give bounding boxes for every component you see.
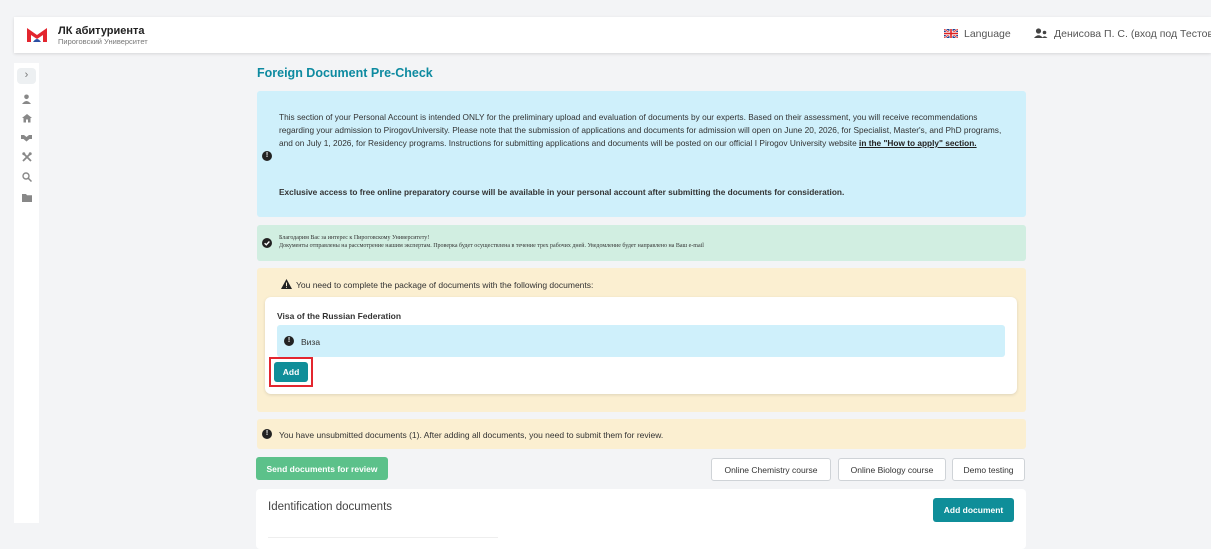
unsubmitted-alert: ! You have unsubmitted documents (1). Af…: [257, 419, 1026, 449]
info-icon: !: [262, 429, 272, 439]
required-document-title: Visa of the Russian Federation: [277, 311, 402, 321]
required-document-name: Виза: [301, 337, 321, 347]
success-text: Благодарим Вас за интерес к Пироговскому…: [279, 234, 704, 250]
logo-subtitle: Пироговский Университет: [58, 37, 148, 46]
check-circle-icon: [262, 238, 272, 248]
identification-documents-title: Identification documents: [268, 501, 393, 513]
user-name: Денисова П. С. (вход под Тестовый Т. Т.): [1054, 28, 1211, 40]
sidebar-item-handshake[interactable]: [14, 129, 39, 145]
success-line-1: Благодарим Вас за интерес к Пироговскому…: [279, 235, 430, 241]
warning-icon: [281, 279, 292, 289]
add-document-button[interactable]: Add document: [933, 498, 1014, 522]
add-button-highlight: Add: [269, 357, 313, 387]
unsubmitted-text: You have unsubmitted documents (1). Afte…: [279, 430, 664, 440]
info-alert: ! This section of your Personal Account …: [257, 91, 1026, 217]
sidebar-item-tools[interactable]: [14, 149, 39, 165]
page-title: Foreign Document Pre-Check: [257, 66, 433, 80]
sidebar-item-profile[interactable]: [14, 91, 39, 107]
info-icon: !: [262, 151, 272, 161]
users-icon: [1034, 28, 1048, 38]
missing-documents-message: You need to complete the package of docu…: [281, 279, 593, 290]
send-documents-button[interactable]: Send documents for review: [256, 457, 388, 480]
user-menu[interactable]: Денисова П. С. (вход под Тестовый Т. Т.): [1034, 28, 1211, 40]
success-alert: Благодарим Вас за интерес к Пироговскому…: [257, 225, 1026, 261]
info-course-note: Exclusive access to free online preparat…: [279, 187, 845, 197]
user-icon: [22, 94, 31, 104]
folder-icon: [21, 194, 32, 202]
tools-icon: [21, 152, 32, 162]
sidebar: ›: [14, 63, 39, 523]
demo-testing-button[interactable]: Demo testing: [952, 458, 1025, 481]
language-selector[interactable]: Language: [944, 28, 1011, 40]
identification-documents-card: Identification documents Add document: [256, 489, 1026, 549]
success-line-2: Документы отправлены на рассмотрение наш…: [279, 243, 704, 249]
chemistry-course-button[interactable]: Online Chemistry course: [711, 458, 831, 481]
divider: [268, 537, 498, 538]
required-document-card: Visa of the Russian Federation ! Виза Ad…: [265, 297, 1017, 394]
language-label: Language: [964, 28, 1011, 40]
biology-course-button[interactable]: Online Biology course: [838, 458, 946, 481]
sidebar-item-search[interactable]: [14, 169, 39, 185]
missing-documents-text: You need to complete the package of docu…: [296, 280, 594, 290]
home-icon: [21, 114, 32, 123]
sidebar-item-documents[interactable]: [14, 189, 39, 205]
sidebar-item-home[interactable]: [14, 110, 39, 126]
logo-title: ЛК абитуриента: [58, 25, 145, 37]
how-to-apply-link[interactable]: in the "How to apply" section.: [859, 138, 977, 148]
info-text: This section of your Personal Account is…: [279, 111, 1009, 150]
logo-mark-icon: [27, 28, 47, 42]
missing-documents-alert: You need to complete the package of docu…: [257, 268, 1026, 412]
sidebar-toggle-button[interactable]: ›: [17, 68, 36, 84]
uk-flag-icon: [944, 29, 958, 38]
top-bar: ЛК абитуриента Пироговский Университет L…: [14, 17, 1211, 53]
search-icon: [21, 172, 32, 183]
chevron-right-icon: ›: [24, 69, 29, 81]
required-document-alert: ! Виза: [277, 325, 1005, 357]
add-visa-button[interactable]: Add: [274, 362, 308, 382]
handshake-icon: [21, 135, 32, 142]
info-icon: !: [284, 336, 294, 346]
